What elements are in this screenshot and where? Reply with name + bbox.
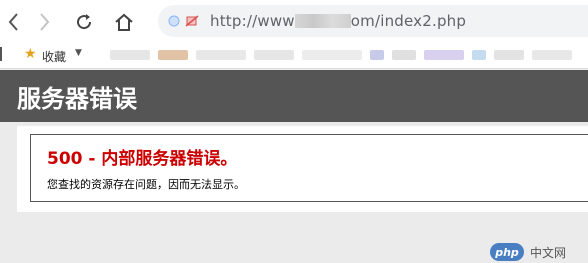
back-button[interactable] — [2, 10, 26, 34]
bookmark-item[interactable] — [472, 50, 486, 60]
error-message: 您查找的资源存在问题，因而无法显示。 — [47, 178, 245, 191]
url-text[interactable]: http://www om/index2.php — [210, 12, 466, 30]
page-header: 服务器错误 — [0, 70, 588, 122]
bookmarks-bar: ★ 收藏 ▼ — [0, 43, 588, 69]
bookmark-item[interactable] — [532, 50, 572, 60]
watermark: php 中文网 — [490, 243, 566, 261]
bookmark-item[interactable] — [254, 50, 294, 60]
php-logo: php — [490, 243, 524, 261]
bookmark-item[interactable] — [370, 50, 384, 60]
watermark-text: 中文网 — [530, 245, 567, 260]
not-secure-icon[interactable] — [168, 14, 202, 28]
reload-button[interactable] — [72, 10, 96, 34]
bookmark-item[interactable] — [196, 50, 246, 60]
home-button[interactable] — [112, 10, 136, 34]
address-bar[interactable]: http://www om/index2.php — [158, 5, 588, 37]
star-icon[interactable]: ★ — [24, 46, 37, 62]
redacted-domain — [294, 13, 351, 28]
error-panel: 500 - 内部服务器错误。 您查找的资源存在问题，因而无法显示。 — [30, 134, 588, 202]
url-start: http://www — [210, 12, 295, 30]
chevron-left-icon — [8, 13, 18, 31]
caret-down-icon[interactable]: ▼ — [75, 48, 82, 58]
bookmark-item[interactable] — [302, 50, 362, 60]
page-title: 服务器错误 — [17, 85, 137, 113]
bookmark-item[interactable] — [392, 50, 416, 60]
bookmark-edge-marker — [0, 47, 2, 61]
chevron-right-icon — [40, 13, 50, 31]
error-title: 500 - 内部服务器错误。 — [47, 149, 238, 169]
url-end: om/index2.php — [350, 12, 467, 30]
favorites-label[interactable]: 收藏 — [42, 48, 66, 65]
bookmark-item[interactable] — [424, 50, 464, 60]
bookmark-item[interactable] — [494, 50, 524, 60]
content-area: 500 - 内部服务器错误。 您查找的资源存在问题，因而无法显示。 — [17, 126, 588, 212]
home-icon — [115, 13, 133, 31]
forward-button[interactable] — [32, 10, 56, 34]
browser-toolbar: http://www om/index2.php — [0, 0, 588, 43]
bookmark-item[interactable] — [158, 50, 188, 60]
bookmark-item[interactable] — [110, 50, 150, 60]
refresh-icon — [77, 14, 92, 30]
